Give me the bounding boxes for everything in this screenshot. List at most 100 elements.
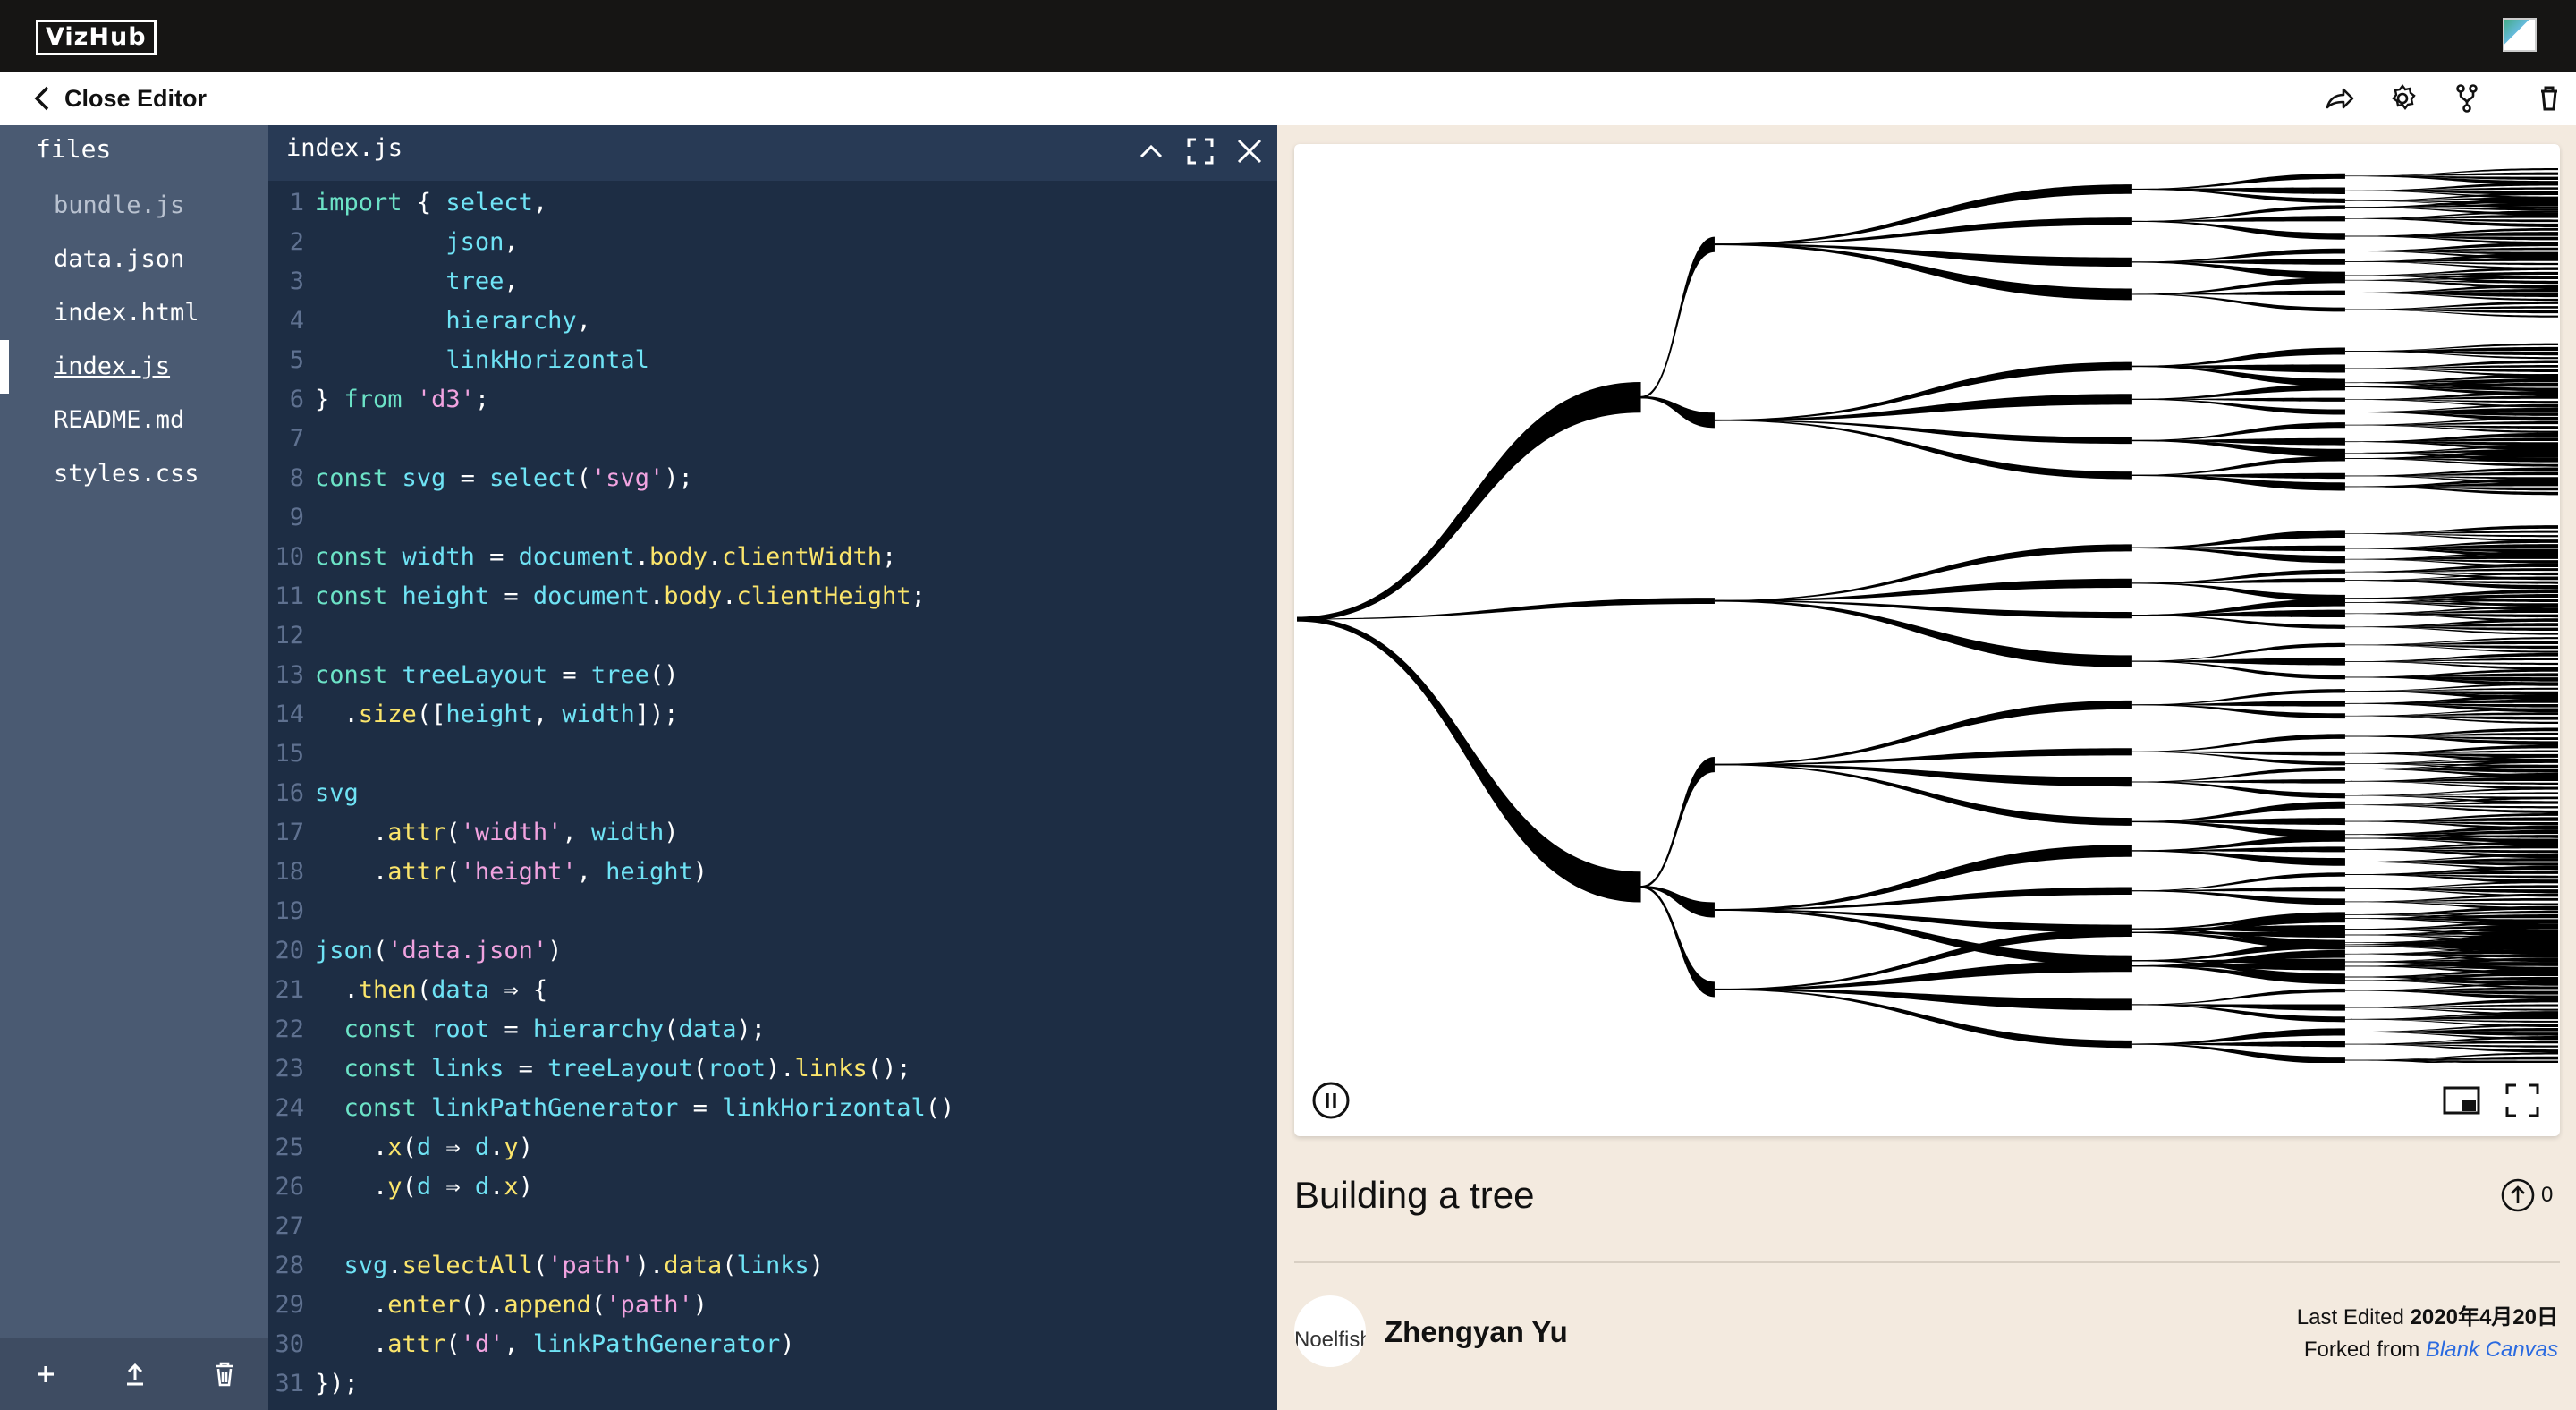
code-line: 10 const width = document.body.clientWidt…	[268, 538, 1277, 577]
tree-link	[1640, 236, 1715, 399]
file-item-active[interactable]: index.js	[0, 340, 268, 394]
line-number: 29	[275, 1291, 304, 1319]
share-icon[interactable]	[2324, 82, 2356, 115]
line-number: 15	[275, 740, 304, 768]
line-text: import { select,	[315, 189, 548, 217]
tree-link	[1297, 616, 1641, 903]
line-text: .size([height, width]);	[343, 701, 679, 728]
code-line: 30 .attr('d', linkPathGenerator)	[268, 1325, 1277, 1364]
code-line: 19	[268, 892, 1277, 931]
close-editor-button[interactable]: Close Editor	[32, 83, 207, 114]
line-number: 23	[275, 1055, 304, 1083]
tree-link	[2131, 781, 2345, 799]
line-text: const width = document.body.clientWidth;	[315, 543, 897, 571]
tree-link	[1714, 909, 2132, 933]
code-line: 14 .size([height, width]);	[268, 695, 1277, 735]
viz-meta: Last Edited 2020年4月20日 Forked from Blank…	[2297, 1302, 2558, 1366]
line-number: 7	[289, 425, 304, 453]
line-number: 2	[289, 228, 304, 256]
tree-link	[2131, 455, 2345, 476]
tree-link	[2131, 293, 2345, 312]
close-icon[interactable]	[1234, 136, 1265, 166]
pause-icon[interactable]	[1311, 1081, 1351, 1120]
line-text: .then(data ⇒ {	[343, 976, 548, 1004]
line-text: svg.selectAll('path').data(links)	[343, 1252, 825, 1279]
code-line: 3 tree,	[268, 262, 1277, 302]
author-name[interactable]: Zhengyan Yu	[1385, 1315, 1568, 1349]
code-line: 24 const linkPathGenerator = linkHorizon…	[268, 1089, 1277, 1128]
code-line: 26 .y(d ⇒ d.x)	[268, 1168, 1277, 1207]
code-line: 7	[268, 420, 1277, 459]
trash-icon[interactable]	[2533, 82, 2565, 115]
author-avatar-alt: Noelfisho	[1294, 1328, 1366, 1352]
upload-icon[interactable]	[119, 1358, 151, 1390]
user-avatar-icon[interactable]	[2503, 18, 2537, 52]
code-line: 25 .x(d ⇒ d.y)	[268, 1128, 1277, 1168]
upvote-button[interactable]: 0	[2500, 1177, 2553, 1213]
code-line: 21 .then(data ⇒ {	[268, 971, 1277, 1010]
fullscreen-icon[interactable]	[2503, 1081, 2542, 1120]
tree-link	[2131, 850, 2345, 866]
line-number: 16	[275, 779, 304, 807]
forked-from-link[interactable]: Blank Canvas	[2426, 1338, 2558, 1362]
vizhub-logo[interactable]: VizHub	[36, 20, 157, 55]
line-text: const root = hierarchy(data);	[343, 1015, 767, 1043]
line-number: 13	[275, 661, 304, 689]
line-number: 17	[275, 819, 304, 846]
gear-icon[interactable]	[2386, 82, 2419, 115]
tree-link	[2131, 988, 2345, 1006]
code-line: 11 const height = document.body.clientHei…	[268, 577, 1277, 616]
fork-icon[interactable]	[2451, 82, 2483, 115]
tree-link	[2131, 347, 2345, 368]
code-line: 8 const svg = select('svg');	[268, 459, 1277, 498]
line-number: 27	[275, 1212, 304, 1240]
tree-link	[2131, 220, 2345, 240]
file-item[interactable]: data.json	[0, 233, 268, 286]
file-item[interactable]: styles.css	[0, 447, 268, 501]
tree-link	[2131, 890, 2345, 905]
file-item[interactable]: index.html	[0, 286, 268, 340]
code-line: 28 svg.selectAll('path').data(links)	[268, 1246, 1277, 1286]
add-icon[interactable]	[30, 1358, 62, 1390]
line-text: });	[315, 1370, 359, 1397]
tree-visualization[interactable]	[1297, 145, 2558, 1063]
tree-group	[1297, 167, 2558, 1063]
code-line: 6} from 'd3';	[268, 380, 1277, 420]
tree-link	[2131, 422, 2345, 441]
tree-link	[1714, 763, 2132, 787]
line-text: .attr('height', height)	[373, 858, 708, 886]
chevron-left-icon	[34, 86, 49, 111]
code-line: 31});	[268, 1364, 1277, 1404]
line-text: linkHorizontal	[445, 346, 649, 374]
tree-link	[1640, 757, 1715, 888]
code-lines[interactable]: 1 import { select, 2 json, 3 tree, 4 hierarc…	[268, 183, 1277, 1404]
fullscreen-icon[interactable]	[1185, 136, 1216, 166]
line-number: 21	[275, 976, 304, 1004]
line-number: 30	[275, 1330, 304, 1358]
code-line: 16 svg	[268, 774, 1277, 813]
line-number: 25	[275, 1134, 304, 1161]
chevron-up-icon[interactable]	[1136, 136, 1166, 166]
line-text: .enter().append('path')	[373, 1291, 708, 1319]
code-line: 18 .attr('height', height)	[268, 853, 1277, 892]
line-text: const svg = select('svg');	[315, 464, 693, 492]
line-number: 4	[289, 307, 304, 335]
picture-in-picture-icon[interactable]	[2442, 1081, 2481, 1120]
code-line: 1 import { select,	[268, 183, 1277, 223]
tree-link	[2131, 734, 2345, 752]
tree-link	[2131, 383, 2345, 400]
line-text: .y(d ⇒ d.x)	[373, 1173, 533, 1201]
upvote-icon	[2501, 1178, 2535, 1212]
tree-link	[2131, 582, 2345, 602]
line-number: 20	[275, 937, 304, 964]
tree-link	[2131, 364, 2345, 373]
author-avatar[interactable]: Noelfisho	[1294, 1295, 1366, 1367]
tree-link	[1640, 395, 1715, 429]
tree-link	[2131, 704, 2345, 719]
trash-icon[interactable]	[208, 1358, 241, 1390]
file-item[interactable]: bundle.js	[0, 179, 268, 233]
file-item[interactable]: README.md	[0, 394, 268, 447]
line-number: 9	[289, 504, 304, 531]
line-number: 10	[275, 543, 304, 571]
line-number: 1	[289, 189, 304, 217]
